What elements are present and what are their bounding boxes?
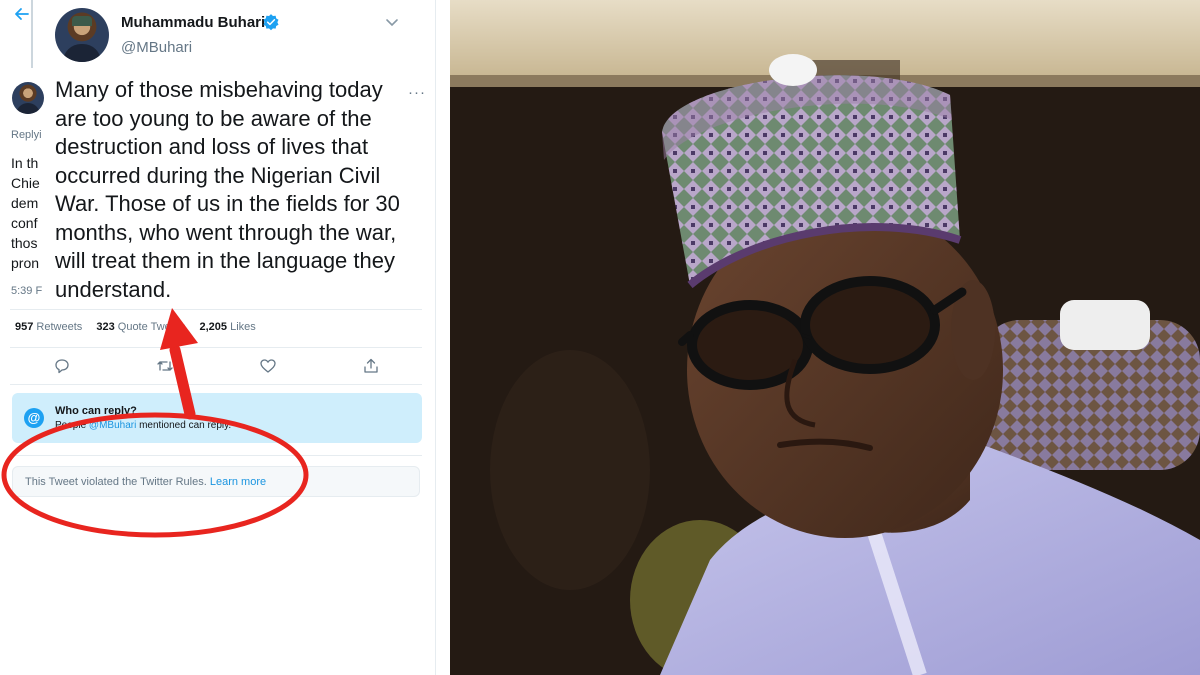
thread-line — [31, 0, 33, 68]
chevron-down-icon[interactable] — [384, 14, 400, 30]
divider — [10, 455, 422, 456]
retweet-icon[interactable] — [156, 357, 174, 375]
back-arrow-icon[interactable] — [12, 4, 32, 24]
tweet-stats: 957 Retweets 323 Quote Tweets 2,205 Like… — [15, 321, 267, 333]
display-name[interactable]: Muhammadu Buhari — [121, 14, 265, 31]
divider — [10, 384, 422, 385]
avatar[interactable] — [12, 82, 44, 114]
like-icon[interactable] — [259, 357, 277, 375]
violation-text: This Tweet violated the Twitter Rules. — [25, 476, 210, 488]
retweets-stat[interactable]: 957 Retweets — [15, 321, 82, 333]
tweet-text: Many of those misbehaving today are too … — [55, 77, 400, 302]
share-icon[interactable] — [362, 357, 380, 375]
reply-context-fragment: Replyi — [11, 129, 42, 141]
divider — [10, 309, 422, 310]
previous-tweet-line: dem — [11, 195, 39, 211]
learn-more-link[interactable]: Learn more — [210, 476, 266, 488]
previous-tweet-line: thos — [11, 235, 38, 251]
mention-link[interactable]: @MBuhari — [89, 420, 136, 431]
reply-icon[interactable] — [53, 357, 71, 375]
previous-tweet-line: conf — [11, 215, 38, 231]
rules-violation-notice: This Tweet violated the Twitter Rules. L… — [12, 466, 420, 497]
user-handle[interactable]: @MBuhari — [121, 39, 192, 56]
who-can-reply-title: Who can reply? — [55, 405, 137, 417]
previous-tweet-line: In th — [11, 155, 39, 171]
quote-tweets-stat[interactable]: 323 Quote Tweets — [96, 321, 185, 333]
who-can-reply-description: People @MBuhari mentioned can reply. — [55, 420, 232, 431]
divider — [10, 347, 422, 348]
avatar[interactable] — [55, 8, 109, 62]
previous-tweet-timestamp: 5:39 F — [11, 285, 43, 297]
portrait-photo — [450, 0, 1200, 675]
mention-icon: @ — [24, 408, 44, 428]
verified-badge-icon — [263, 14, 279, 31]
tweet-screenshot: Muhammadu Buhari @MBuhari Replyi In th C… — [0, 0, 436, 675]
portrait-illustration — [450, 0, 1200, 675]
previous-tweet-line: Chie — [11, 175, 40, 191]
more-options-icon[interactable]: ··· — [408, 84, 426, 101]
who-can-reply-notice: @ Who can reply? People @MBuhari mention… — [12, 393, 422, 443]
previous-tweet-line: pron — [11, 255, 40, 271]
likes-stat[interactable]: 2,205 Likes — [200, 321, 256, 333]
